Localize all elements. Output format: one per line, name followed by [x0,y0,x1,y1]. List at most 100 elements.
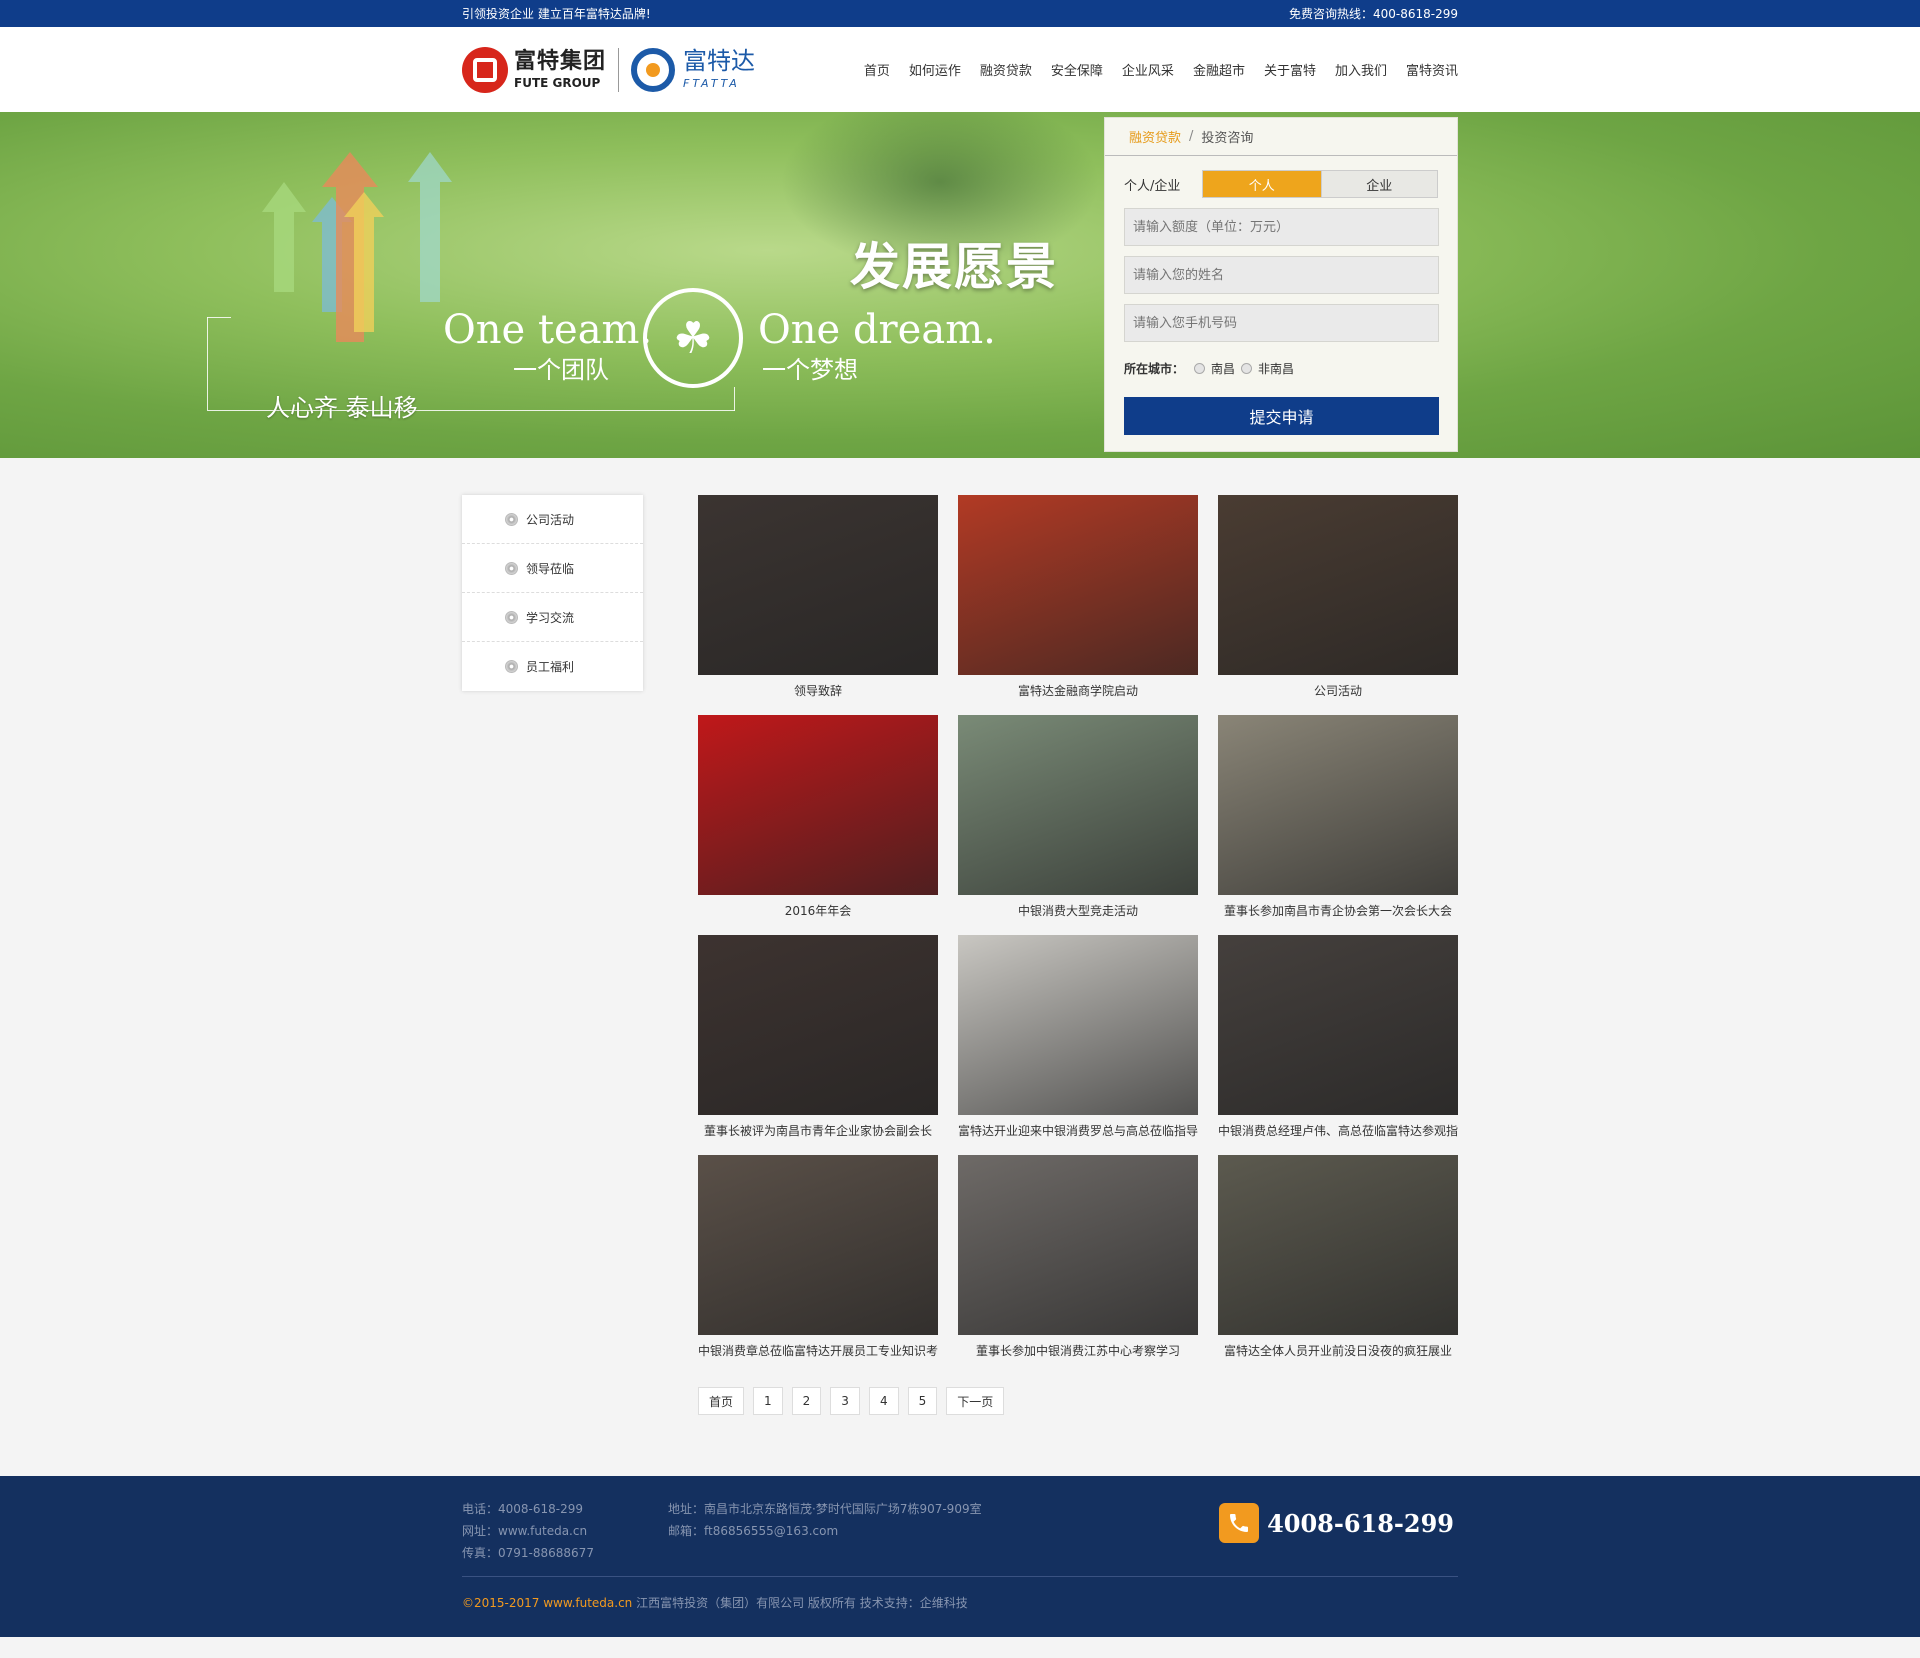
submit-application-button[interactable]: 提交申请 [1124,397,1439,435]
brand-name-en: FTATTA [683,77,740,90]
page-3[interactable]: 3 [830,1387,860,1415]
photo-gallery: 领导致辞 富特达金融商学院启动 公司活动 2016年年会 中银消费大型竞走活动 董事长参加… [698,495,1458,1359]
gallery-caption[interactable]: 富特达全体人员开业前没日没夜的疯狂展业 [1218,1342,1458,1359]
page-1[interactable]: 1 [753,1387,783,1415]
page-first[interactable]: 首页 [698,1387,745,1415]
applicant-type-toggle: 个人 企业 [1202,170,1438,198]
gallery-photo[interactable] [698,495,938,675]
gallery-photo[interactable] [698,1155,938,1335]
brand-name-cn: 富特达 [683,47,756,75]
gallery-card[interactable]: 2016年年会 [698,715,938,919]
gallery-photo[interactable] [958,495,1198,675]
gallery-caption[interactable]: 董事长参加中银消费江苏中心考察学习 [958,1342,1198,1359]
gallery-card[interactable]: 董事长被评为南昌市青年企业家协会副会长 [698,935,938,1139]
tab-investment-consult[interactable]: 投资咨询 [1201,127,1253,146]
gallery-card[interactable]: 富特达金融商学院启动 [958,495,1198,699]
footer-website[interactable]: 网址：www.futeda.cn [462,1520,594,1542]
gallery-card[interactable]: 董事长参加南昌市青企协会第一次会长大会 [1218,715,1458,919]
gallery-card[interactable]: 富特达开业迎来中银消费罗总与高总莅临指导 [958,935,1198,1139]
slogan-unity: 人心齐 泰山移 [266,394,418,422]
top-bar: 引领投资企业 建立百年富特达品牌! 免费咨询热线：400-8618-299 [0,0,1920,27]
footer-address-block: 地址：南昌市北京东路恒茂·梦时代国际广场7栋907-909室 邮箱：ft8685… [668,1498,982,1542]
gallery-caption[interactable]: 富特达金融商学院启动 [958,682,1198,699]
gallery-caption[interactable]: 2016年年会 [698,902,938,919]
nav-loans[interactable]: 融资贷款 [980,60,1032,79]
nav-home[interactable]: 首页 [864,60,890,79]
footer-email[interactable]: 邮箱：ft86856555@163.com [668,1520,982,1542]
fute-logo-mark-icon [462,46,508,93]
page-4[interactable]: 4 [868,1387,899,1415]
gallery-photo[interactable] [1218,495,1458,675]
tab-financing-loan[interactable]: 融资贷款 [1129,127,1181,146]
gallery-photo[interactable] [958,1155,1198,1335]
gallery-card[interactable]: 公司活动 [1218,495,1458,699]
nav-about[interactable]: 关于富特 [1264,60,1316,79]
gallery-card[interactable]: 富特达全体人员开业前没日没夜的疯狂展业 [1218,1155,1458,1359]
amount-input[interactable] [1124,208,1439,246]
page-2[interactable]: 2 [791,1387,822,1415]
nav-security[interactable]: 安全保障 [1051,60,1103,79]
gallery-photo[interactable] [698,715,938,895]
footer-tel: 电话：4008-618-299 [462,1502,584,1516]
nav-finance-market[interactable]: 金融超市 [1193,60,1245,79]
gallery-caption[interactable]: 富特达开业迎来中银消费罗总与高总莅临指导 [958,1122,1198,1139]
logo-area[interactable]: 富特集团 FUTE GROUP 富特达 FTATTA [462,46,756,93]
phone-input[interactable] [1124,304,1439,342]
team-emblem-icon: ☘ [643,288,743,388]
city-label: 所在城市： [1124,362,1185,376]
sidebar-item-company-activities[interactable]: 公司活动 [462,495,643,544]
pagination: 首页 1 2 3 4 5 下一页 [698,1387,1005,1415]
gallery-photo[interactable] [958,935,1198,1115]
gallery-caption[interactable]: 董事长被评为南昌市青年企业家协会副会长 [698,1122,938,1139]
gallery-caption[interactable]: 中银消费总经理卢伟、高总莅临富特达参观指导 [1218,1122,1458,1139]
sidebar-item-label: 员工福利 [526,660,575,674]
gallery-card[interactable]: 领导致辞 [698,495,938,699]
name-input[interactable] [1124,256,1439,294]
city-nanchang-label: 南昌 [1211,362,1236,376]
nav-news[interactable]: 富特资讯 [1406,60,1458,79]
gallery-card[interactable]: 中银消费章总莅临富特达开展员工专业知识考 [698,1155,938,1359]
footer-hotline: 4008-618-299 [1219,1503,1454,1543]
page-next[interactable]: 下一页 [946,1387,1005,1415]
footer-hotline-number: 4008-618-299 [1267,1508,1454,1538]
group-name-en: FUTE GROUP [514,75,601,90]
slogan-en-dream: One dream. [758,307,996,353]
type-company-button[interactable]: 企业 [1320,171,1437,197]
gallery-caption[interactable]: 领导致辞 [698,682,938,699]
gallery-caption[interactable]: 中银消费大型竞走活动 [958,902,1198,919]
nav-company-style[interactable]: 企业风采 [1122,60,1174,79]
gallery-card[interactable]: 中银消费大型竞走活动 [958,715,1198,919]
applicant-type-row: 个人/企业 个人 企业 [1124,170,1457,198]
gallery-photo[interactable] [958,715,1198,895]
group-name-cn: 富特集团 [514,48,607,74]
city-nanchang-radio[interactable] [1194,363,1206,374]
gallery-caption[interactable]: 公司活动 [1218,682,1458,699]
sidebar-item-leader-visits[interactable]: 领导莅临 [462,544,643,593]
city-other-radio[interactable] [1241,363,1253,374]
footer-contact: 电话：4008-618-299 网址：www.futeda.cn 传真：0791… [462,1498,594,1564]
gallery-card[interactable]: 中银消费总经理卢伟、高总莅临富特达参观指导 [1218,935,1458,1139]
ftatta-logo[interactable]: 富特达 FTATTA [631,47,756,92]
nav-how-it-works[interactable]: 如何运作 [909,60,961,79]
gallery-caption[interactable]: 董事长参加南昌市青企协会第一次会长大会 [1218,902,1458,919]
banner-headline: 发展愿景 [850,238,1058,296]
page-5[interactable]: 5 [907,1387,938,1415]
gallery-photo[interactable] [698,935,938,1115]
gallery-card[interactable]: 董事长参加中银消费江苏中心考察学习 [958,1155,1198,1359]
footer-address: 地址：南昌市北京东路恒茂·梦时代国际广场7栋907-909室 [668,1502,982,1516]
footer-divider [462,1576,1458,1577]
top-hotline: 免费咨询热线：400-8618-299 [1288,7,1458,21]
fute-group-logo[interactable]: 富特集团 FUTE GROUP [462,46,607,93]
nav-join-us[interactable]: 加入我们 [1335,60,1387,79]
sidebar-item-learning-exchange[interactable]: 学习交流 [462,593,643,642]
site-header: 富特集团 FUTE GROUP 富特达 FTATTA 首页 如何运作 融资贷款 … [0,27,1920,112]
gallery-photo[interactable] [1218,1155,1458,1335]
gallery-photo[interactable] [1218,715,1458,895]
hero-banner: 发展愿景 One team. 一个团队 ☘ One dream. 一个梦想 人心… [0,112,1920,458]
gallery-photo[interactable] [1218,935,1458,1115]
copyright-year-site[interactable]: ©2015-2017 www.futeda.cn [462,1596,632,1610]
gallery-caption[interactable]: 中银消费章总莅临富特达开展员工专业知识考 [698,1342,938,1359]
type-personal-button[interactable]: 个人 [1203,171,1321,197]
sidebar-item-staff-welfare[interactable]: 员工福利 [462,642,643,691]
footer-copyright: ©2015-2017 www.futeda.cn 江西富特投资（集团）有限公司 … [462,1594,968,1611]
